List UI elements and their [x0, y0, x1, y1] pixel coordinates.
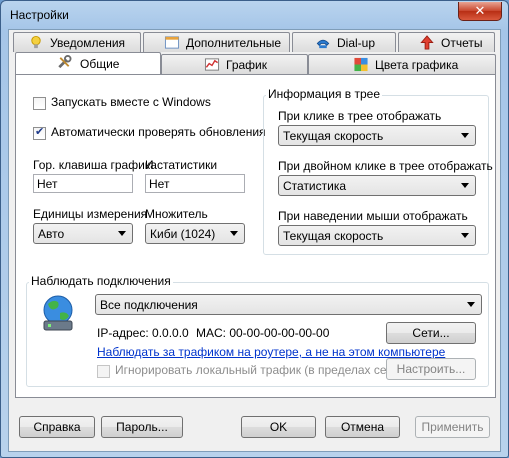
tray-info-group-title: Информация в трее: [266, 87, 383, 101]
tab-graph[interactable]: График: [161, 54, 308, 74]
chevron-down-icon: [461, 183, 469, 188]
close-button[interactable]: ✕: [458, 2, 502, 21]
general-tab-panel: Запускать вместе с Windows Автоматически…: [15, 74, 496, 398]
start-with-windows-checkbox[interactable]: [33, 97, 46, 110]
tab-general[interactable]: Общие: [15, 52, 161, 74]
tray-click-select-value: Текущая скорость: [283, 129, 384, 143]
tray-hover-label: При наведении мыши отображать: [278, 209, 468, 223]
tab-additional[interactable]: Дополнительные: [143, 32, 290, 52]
tab-dialup-label: Dial-up: [337, 36, 376, 50]
chevron-down-icon: [461, 133, 469, 138]
mac-address-text: MAC: 00-00-00-00-00-00: [196, 326, 330, 340]
units-label: Единицы измерения: [33, 207, 148, 221]
close-icon: ✕: [474, 3, 486, 18]
connection-select-value: Все подключения: [100, 298, 198, 312]
auto-check-updates-checkbox[interactable]: [33, 125, 46, 140]
ignore-local-traffic-checkbox[interactable]: [97, 365, 110, 378]
help-button[interactable]: Справка: [19, 416, 95, 438]
units-select[interactable]: Авто: [33, 223, 133, 244]
configure-button[interactable]: Настроить...: [386, 358, 476, 380]
ok-button[interactable]: OK: [241, 416, 316, 438]
tools-icon: [58, 55, 72, 69]
tab-graph-colors[interactable]: Цвета графика: [308, 54, 496, 74]
apply-button[interactable]: Применить: [415, 416, 490, 438]
password-button[interactable]: Пароль...: [101, 416, 183, 438]
hotkey-graph-label: Гор. клавиша графика: [33, 158, 157, 172]
tab-notifications[interactable]: Уведомления: [13, 32, 141, 52]
tab-reports[interactable]: Отчеты: [398, 32, 495, 52]
chevron-down-icon: [461, 233, 469, 238]
tab-graph-colors-label: Цвета графика: [375, 58, 459, 72]
tab-general-label: Общие: [80, 57, 120, 71]
hotkey-graph-input[interactable]: Нет: [33, 174, 133, 193]
ignore-local-traffic-label: Игнорировать локальный трафик (в предела…: [115, 363, 399, 377]
tray-hover-select-value: Текущая скорость: [283, 229, 384, 243]
tab-additional-label: Дополнительные: [186, 36, 281, 50]
multiplier-select-value: Киби (1024): [150, 227, 216, 241]
tray-dblclick-select-value: Статистика: [283, 179, 347, 193]
title-bar[interactable]: Настройки ✕: [1, 1, 508, 29]
chevron-down-icon: [230, 231, 238, 236]
settings-window: Настройки ✕ Уведомления Дополнительные D…: [0, 0, 509, 458]
window-icon: [164, 36, 180, 49]
arrow-up-icon: [420, 35, 434, 50]
tray-click-select[interactable]: Текущая скорость: [278, 125, 476, 146]
connections-group-title: Наблюдать подключения: [29, 274, 173, 288]
chevron-down-icon: [118, 231, 126, 236]
tray-hover-select[interactable]: Текущая скорость: [278, 225, 476, 246]
tab-reports-label: Отчеты: [441, 36, 483, 50]
line-graph-icon: [204, 58, 220, 71]
start-with-windows-label: Запускать вместе с Windows: [51, 95, 211, 109]
window-title: Настройки: [10, 8, 69, 22]
router-traffic-link[interactable]: Наблюдать за трафиком на роутере, а не н…: [97, 345, 445, 359]
hotkey-stats-input[interactable]: Нет: [145, 174, 245, 193]
units-select-value: Авто: [38, 227, 65, 241]
cancel-button[interactable]: Отмена: [325, 416, 400, 438]
network-globe-icon: [43, 295, 73, 331]
tray-dblclick-label: При двойном клике в трее отображать: [278, 159, 493, 173]
chevron-down-icon: [467, 302, 475, 307]
tray-click-label: При клике в трее отображать: [278, 109, 442, 123]
tab-dialup[interactable]: Dial-up: [292, 32, 396, 52]
auto-check-updates-label: Автоматически проверять обновления: [51, 125, 266, 139]
connection-select[interactable]: Все подключения: [95, 294, 482, 315]
multiplier-select[interactable]: Киби (1024): [145, 223, 245, 244]
ip-address-text: IP-адрес: 0.0.0.0: [97, 326, 189, 340]
color-palette-icon: [354, 57, 368, 72]
multiplier-label: Множитель: [145, 207, 208, 221]
tab-notifications-label: Уведомления: [50, 36, 126, 50]
tab-graph-label: График: [226, 58, 267, 72]
phone-icon: [316, 39, 330, 49]
lightbulb-icon: [31, 35, 41, 49]
hotkey-stats-label: И статистики: [145, 158, 218, 172]
tray-dblclick-select[interactable]: Статистика: [278, 175, 476, 196]
dialog-body: Уведомления Дополнительные Dial-up Отчет…: [8, 29, 501, 452]
networks-button[interactable]: Сети...: [386, 322, 476, 344]
